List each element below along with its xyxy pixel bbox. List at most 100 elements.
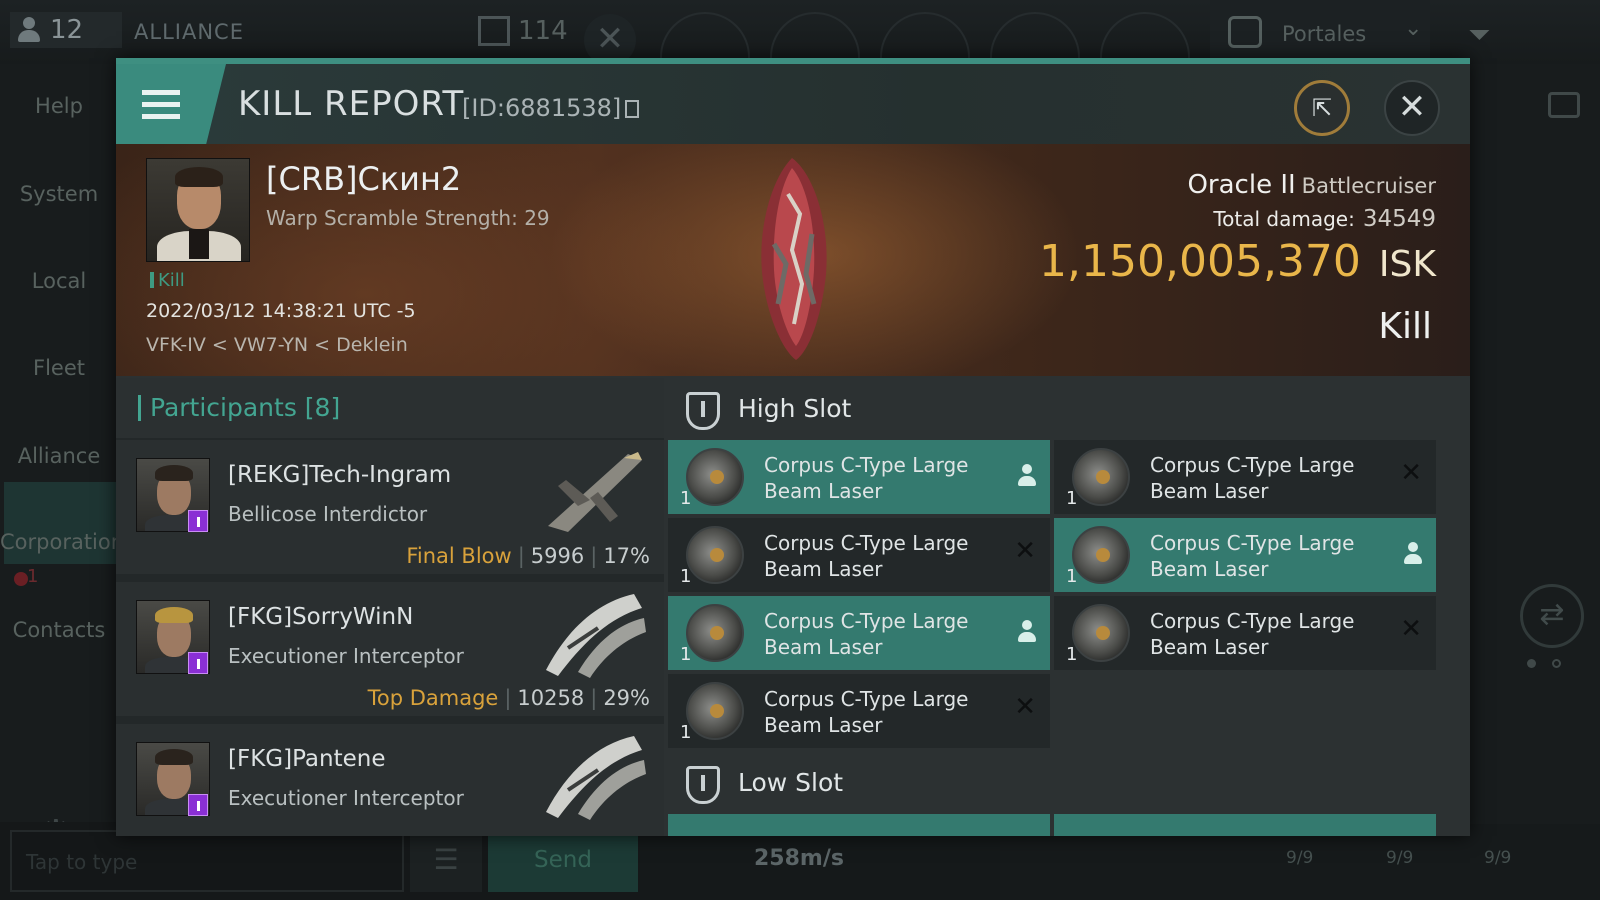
- module-item[interactable]: [668, 814, 1050, 836]
- kill-location[interactable]: VFK-IV < VW7-YN < Deklein: [146, 334, 408, 356]
- participant-percent: 17%: [603, 544, 650, 568]
- chat-menu-icon[interactable]: ☰: [410, 830, 482, 892]
- filter-icon[interactable]: ⏷: [1468, 18, 1498, 51]
- participant-damage: 10258: [517, 686, 585, 710]
- chat-bubble-icon: [478, 16, 510, 46]
- module-item[interactable]: 1 Corpus C-Type Large Beam Laser ✕: [668, 674, 1050, 748]
- ship-class: Battlecruiser: [1301, 174, 1436, 198]
- isk-value-line: 1,150,005,370 ISK: [1039, 236, 1436, 287]
- menu-button[interactable]: [116, 64, 226, 144]
- report-id[interactable]: [ID:6881538]: [462, 94, 640, 122]
- module-qty: 1: [1066, 644, 1078, 665]
- kill-status: Kill: [1378, 306, 1432, 347]
- module-name: Corpus C-Type Large Beam Laser: [1150, 609, 1355, 659]
- chevron-down-icon[interactable]: ⌄: [1404, 16, 1422, 41]
- chat-sidebar: Help System Local Fleet Alliance 1 Corpo…: [0, 64, 124, 858]
- participants-title[interactable]: Participants [8]: [137, 393, 340, 422]
- member-count: 12: [50, 15, 84, 45]
- close-icon[interactable]: ✕: [1384, 80, 1440, 136]
- warp-scramble: Warp Scramble Strength: 29: [266, 206, 550, 230]
- person-icon: [18, 17, 40, 43]
- module-item[interactable]: 1 Corpus C-Type Large Beam Laser ✕: [668, 518, 1050, 592]
- module-qty: 1: [680, 566, 692, 587]
- chat-count-button[interactable]: 114: [478, 16, 568, 46]
- participant-name[interactable]: [FKG]Pantene: [228, 746, 386, 772]
- sidebar-item-alliance[interactable]: Alliance: [0, 444, 118, 468]
- channel-name: ALLIANCE: [134, 20, 244, 44]
- sidebar-item-corporation[interactable]: Corporation: [0, 530, 124, 554]
- kill-report-modal: KILL REPORT [ID:6881538] ⇱ ✕ [CRB]Скин2 …: [116, 58, 1470, 836]
- ship-name[interactable]: Oracle II: [1187, 170, 1295, 200]
- module-item[interactable]: [1054, 814, 1436, 836]
- victim-name[interactable]: [CRB]Скин2: [266, 160, 461, 198]
- sidebar-item-local[interactable]: Local: [0, 269, 118, 293]
- high-slot-header: High Slot: [668, 378, 1470, 440]
- participant-name[interactable]: [FKG]SorryWinN: [228, 604, 413, 630]
- participant-percent: 29%: [603, 686, 650, 710]
- victim-portrait[interactable]: [146, 158, 250, 262]
- chat-input[interactable]: Tap to type: [10, 830, 404, 892]
- beam-laser-icon: [1072, 604, 1130, 662]
- participant-row[interactable]: [REKG]Tech-Ingram Bellicose Interdictor …: [116, 440, 664, 578]
- send-button[interactable]: Send: [488, 830, 638, 892]
- chat-count: 114: [518, 16, 568, 46]
- module-qty: 1: [680, 722, 692, 743]
- sidebar-item-help[interactable]: Help: [0, 94, 118, 118]
- mail-icon[interactable]: [1548, 92, 1580, 118]
- module-name: Corpus C-Type Large Beam Laser: [764, 687, 969, 737]
- total-damage-value: 34549: [1362, 206, 1436, 232]
- beam-laser-icon: [1072, 448, 1130, 506]
- low-slot-icon: [686, 766, 720, 804]
- kill-tag: Kill: [150, 270, 185, 291]
- menu-icon: [142, 89, 180, 95]
- module-item[interactable]: 1 Corpus C-Type Large Beam Laser ✕: [1054, 596, 1436, 670]
- ship-name-line: Oracle II Battlecruiser: [1187, 170, 1436, 200]
- module-name: Corpus C-Type Large Beam Laser: [1150, 453, 1355, 503]
- sidebar-item-contacts[interactable]: Contacts: [0, 618, 118, 642]
- participants-header: Participants [8]: [116, 378, 664, 438]
- participant-ship-image: [548, 452, 642, 532]
- participant-ship: Executioner Interceptor: [228, 786, 464, 810]
- participant-damage: 5996: [530, 544, 585, 568]
- dropped-person-icon: [1404, 542, 1422, 566]
- high-slot-title: High Slot: [738, 394, 852, 423]
- swap-icon[interactable]: ⇄: [1520, 584, 1584, 648]
- beam-laser-icon: [686, 682, 744, 740]
- page-dot: [1552, 659, 1561, 668]
- faction-badge-icon: [188, 510, 208, 532]
- sidebar-item-system[interactable]: System: [0, 182, 118, 206]
- beam-laser-icon: [1072, 526, 1130, 584]
- participant-name[interactable]: [REKG]Tech-Ingram: [228, 462, 451, 488]
- participant-row[interactable]: [FKG]Pantene Executioner Interceptor: [116, 724, 664, 836]
- victim-banner: [CRB]Скин2 Warp Scramble Strength: 29 Ki…: [116, 144, 1470, 376]
- portal-icon: [1228, 16, 1262, 48]
- ship-image[interactable]: [752, 154, 836, 364]
- module-name: Corpus C-Type Large Beam Laser: [764, 609, 969, 659]
- module-item[interactable]: 1 Corpus C-Type Large Beam Laser: [668, 596, 1050, 670]
- module-item[interactable]: 1 Corpus C-Type Large Beam Laser: [1054, 518, 1436, 592]
- participant-row[interactable]: [FKG]SorryWinN Executioner Interceptor T…: [116, 582, 664, 720]
- module-qty: 1: [680, 488, 692, 509]
- sidebar-item-fleet[interactable]: Fleet: [0, 356, 118, 380]
- member-count-button[interactable]: 12: [10, 12, 122, 48]
- module-name: Corpus C-Type Large Beam Laser: [764, 453, 969, 503]
- share-icon[interactable]: ⇱: [1294, 80, 1350, 136]
- destroyed-x-icon: ✕: [1400, 614, 1422, 644]
- faction-badge-icon: [188, 652, 208, 674]
- unread-count: 1: [27, 566, 39, 587]
- page-dot: [1527, 659, 1536, 668]
- top-damage-tag: Top Damage: [367, 686, 499, 710]
- module-item[interactable]: 1 Corpus C-Type Large Beam Laser ✕: [1054, 440, 1436, 514]
- right-hud: [1450, 64, 1600, 824]
- participant-stats: Final Blow | 5996 | 17%: [406, 544, 650, 568]
- copy-icon[interactable]: [625, 100, 640, 118]
- module-item[interactable]: 1 Corpus C-Type Large Beam Laser: [668, 440, 1050, 514]
- top-bar: 12 ALLIANCE 114 ✕ Portales ⌄ ⏷: [0, 0, 1600, 102]
- destroyed-x-icon: ✕: [1014, 536, 1036, 566]
- faction-badge-icon: [188, 794, 208, 816]
- module-qty: 1: [1066, 488, 1078, 509]
- participant-ship-image: [546, 736, 646, 820]
- participants-panel: Participants [8] [REKG]Tech-Ingram Belli…: [116, 378, 664, 836]
- participant-ship: Executioner Interceptor: [228, 644, 464, 668]
- final-blow-tag: Final Blow: [406, 544, 512, 568]
